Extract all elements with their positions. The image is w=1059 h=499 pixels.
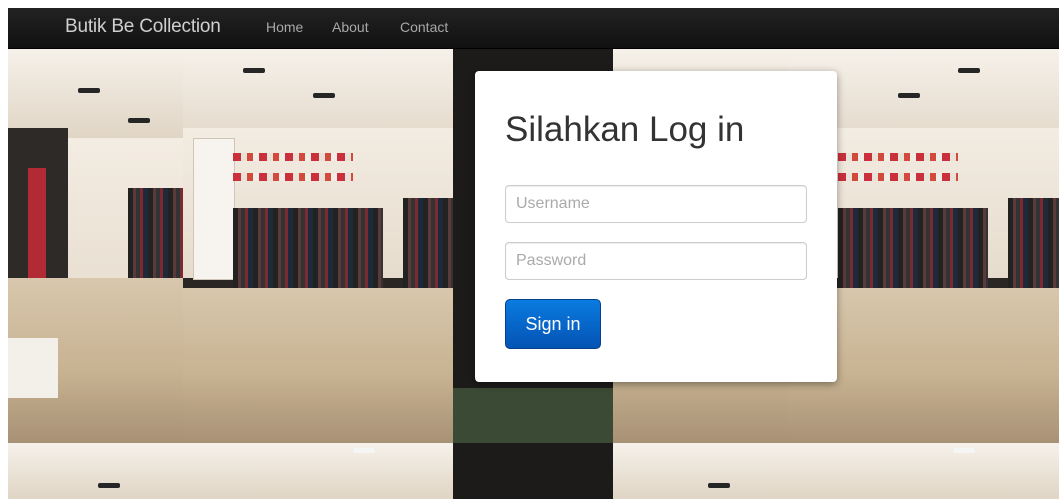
sign-in-button[interactable]: Sign in [505,299,601,349]
nav-link-home[interactable]: Home [266,19,303,35]
background-tile-bottom [8,443,1059,499]
background-tile [183,48,453,443]
background-tile [8,48,183,443]
page-frame: Butik Be Collection Home About Contact S… [8,8,1059,499]
login-card: Silahkan Log in Sign in [475,71,837,382]
login-title: Silahkan Log in [505,110,745,149]
nav-link-about[interactable]: About [332,19,369,35]
username-input[interactable] [505,185,807,223]
nav-link-contact[interactable]: Contact [400,19,448,35]
password-input[interactable] [505,242,807,280]
brand-link[interactable]: Butik Be Collection [65,16,221,38]
top-navbar: Butik Be Collection Home About Contact [8,8,1059,49]
